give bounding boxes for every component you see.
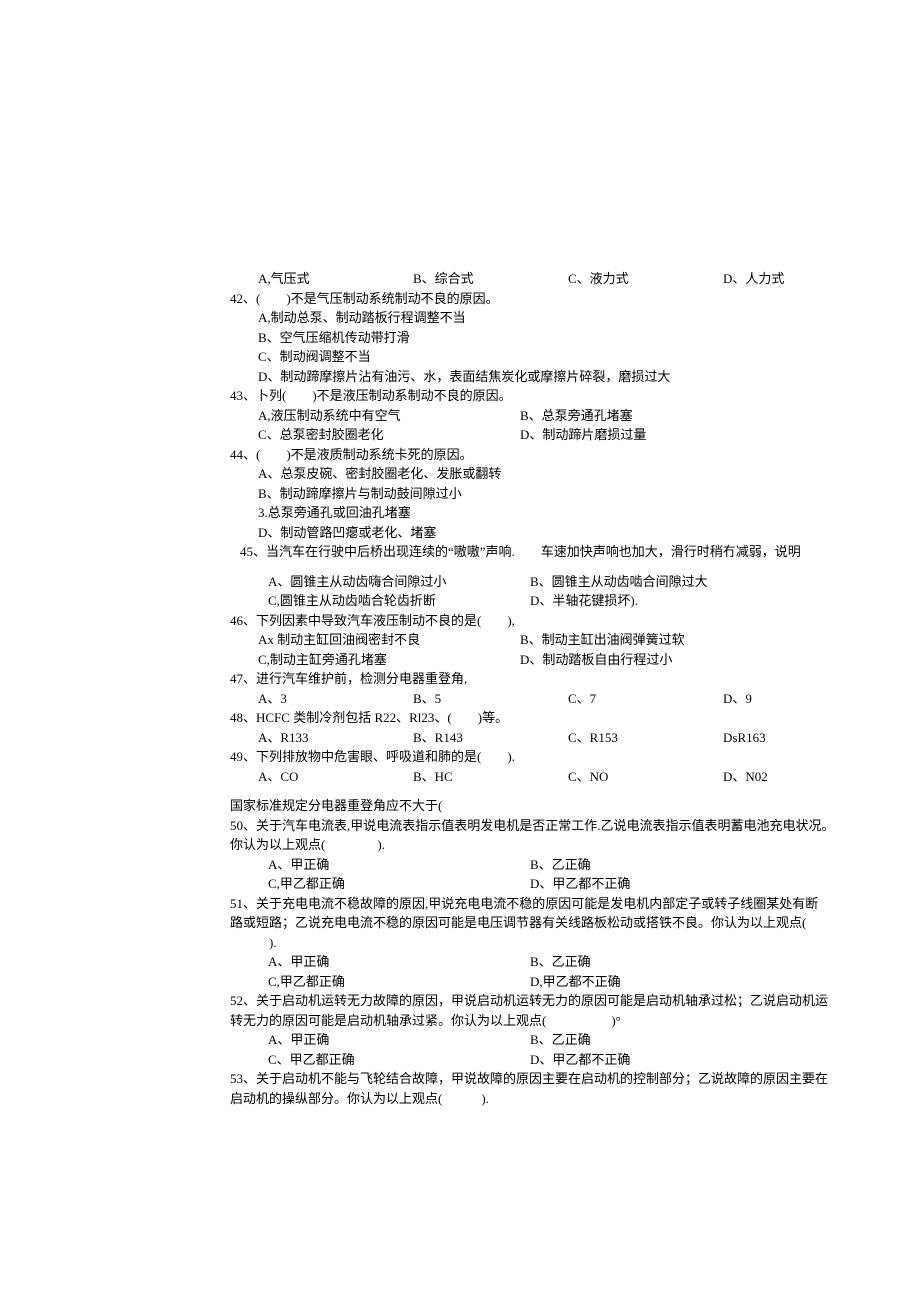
question-52-l2: 转无力的原因可能是启动机轴承过紧。你认为以上观点( )° xyxy=(230,1011,900,1031)
q51-row2: C,甲乙都正确 D,甲乙都不正确 xyxy=(268,972,900,992)
option-c: C、液力式 xyxy=(568,269,723,289)
question-52-l1: 52、关于启动机运转无力故障的原因，甲说启动机运转无力的原因可能是启动机轴承过松… xyxy=(230,991,900,1011)
q46-option-b: B、制动主缸出油阀弹簧过软 xyxy=(520,630,820,650)
q47-option-a: A、3 xyxy=(258,689,413,709)
q48-option-b: B、R143 xyxy=(413,728,568,748)
page: A,气压式 B、综合式 C、液力式 D、人力式 42、( )不是气压制动系统制动… xyxy=(0,0,920,1301)
q42-option-b: B、空气压缩机传动带打滑 xyxy=(258,328,900,348)
q49-options: A、CO B、HC C、NO D、N02 xyxy=(258,767,900,787)
q49-option-b: B、HC xyxy=(413,767,568,787)
q49-option-c: C、NO xyxy=(568,767,723,787)
question-53-l2: 启动机的操纵部分。你认为以上观点( ). xyxy=(230,1089,900,1109)
q44-option-c: 3.总泵旁通孔或回油孔堵塞 xyxy=(258,503,900,523)
q43-row1: A,液压制动系统中有空气 B、总泵旁通孔堵塞 xyxy=(258,406,900,426)
question-45: 45、当汽车在行驶中后桥出现连续的“嗷嗷”声响. 车速加快声响也加大，滑行时稍冇… xyxy=(240,542,900,562)
q51-option-a: A、甲正确 xyxy=(268,952,530,972)
question-50-cont: 你认为以上观点( ). xyxy=(230,835,900,855)
q51-row1: A、甲正确 B、乙正确 xyxy=(268,952,900,972)
q50-option-c: C,甲乙都正确 xyxy=(268,874,530,894)
content-block: A,气压式 B、综合式 C、液力式 D、人力式 42、( )不是气压制动系统制动… xyxy=(230,269,900,1108)
question-53-l1: 53、关于启动机不能与飞轮结合故障，甲说故障的原因主要在启动机的控制部分；乙说故… xyxy=(230,1069,900,1089)
q47-option-c: C、7 xyxy=(568,689,723,709)
option-b: B、综合式 xyxy=(413,269,568,289)
q46-option-d: D、制动踏板自由行程过小 xyxy=(520,650,820,670)
statement-50a: 国家标准规定分电器重登角应不大于( xyxy=(230,796,900,816)
question-50: 50、关于汽车电流表,甲说电流表指示值表明发电机是否正常工作.乙说电流表指示值表… xyxy=(230,816,900,836)
q51-option-d: D,甲乙都不正确 xyxy=(530,972,830,992)
q45-option-d: D、半轴花键损坏). xyxy=(530,591,830,611)
q50-row2: C,甲乙都正确 D、甲乙都不正确 xyxy=(268,874,900,894)
q52-option-c: C、甲乙都正确 xyxy=(268,1050,530,1070)
q50-row1: A、甲正确 B、乙正确 xyxy=(268,855,900,875)
q50-option-d: D、甲乙都不正确 xyxy=(530,874,830,894)
q47-option-b: B、5 xyxy=(413,689,568,709)
q48-options: A、R133 B、R143 C、R153 DsR163 xyxy=(258,728,900,748)
q47-option-d: D、9 xyxy=(723,689,878,709)
question-42: 42、( )不是气压制动系统制动不良的原因。 xyxy=(230,289,900,309)
q50-option-b: B、乙正确 xyxy=(530,855,830,875)
q52-option-b: B、乙正确 xyxy=(530,1030,830,1050)
q51-option-c: C,甲乙都正确 xyxy=(268,972,530,992)
q44-option-d: D、制动管路凹瘪或老化、堵塞 xyxy=(258,523,900,543)
q46-option-c: C,制动主缸旁通孔堵塞 xyxy=(258,650,520,670)
q45-option-c: C,圆锥主从动齿啮合轮齿折断 xyxy=(268,591,530,611)
q44-option-a: A、总泵皮碗、密封胶圈老化、发胀或翻转 xyxy=(258,464,900,484)
question-48: 48、HCFC 类制冷剂包括 R22、Rl23、( )等。 xyxy=(230,708,900,728)
q43-option-c: C、总泵密封胶圈老化 xyxy=(258,425,520,445)
q44-option-b: B、制动蹄摩擦片与制动鼓间隙过小 xyxy=(258,484,900,504)
q45-option-b: B、圆锥主从动齿啮合间隙过大 xyxy=(530,572,830,592)
question-51-l1: 51、关于充电电流不稳故障的原因,甲说充电电流不稳的原因可能是发电机内部定子或转… xyxy=(230,894,900,914)
q43-option-b: B、总泵旁通孔堵塞 xyxy=(520,406,820,426)
question-46: 46、下列因素中导致汽车液压制动不良的是( ), xyxy=(230,611,900,631)
q48-option-d: DsR163 xyxy=(723,728,878,748)
q50-option-a: A、甲正确 xyxy=(268,855,530,875)
option-d: D、人力式 xyxy=(723,269,878,289)
q48-option-a: A、R133 xyxy=(258,728,413,748)
q49-option-d: D、N02 xyxy=(723,767,878,787)
q45-row1: A、圆锥主从动齿嗨合间隙过小 B、圆锥主从动齿啮合间隙过大 xyxy=(268,572,900,592)
q45-row2: C,圆锥主从动齿啮合轮齿折断 D、半轴花键损坏). xyxy=(268,591,900,611)
q43-option-a: A,液压制动系统中有空气 xyxy=(258,406,520,426)
question-51-l3: ). xyxy=(230,933,900,953)
q46-option-a: Ax 制动主缸回油阀密封不良 xyxy=(258,630,520,650)
question-49: 49、下列排放物中危害眼、呼吸道和肺的是( ). xyxy=(230,747,900,767)
q46-row1: Ax 制动主缸回油阀密封不良 B、制动主缸出油阀弹簧过软 xyxy=(258,630,900,650)
q47-options: A、3 B、5 C、7 D、9 xyxy=(258,689,900,709)
q43-option-d: D、制动蹄片磨损过量 xyxy=(520,425,820,445)
q45-option-a: A、圆锥主从动齿嗨合间隙过小 xyxy=(268,572,530,592)
option-row: A,气压式 B、综合式 C、液力式 D、人力式 xyxy=(258,269,900,289)
q42-option-c: C、制动阀调整不当 xyxy=(258,347,900,367)
q42-option-d: D、制动蹄摩擦片沾有油污、水，表面结焦炭化或摩擦片碎裂，磨损过大 xyxy=(258,367,900,387)
q43-row2: C、总泵密封胶圈老化 D、制动蹄片磨损过量 xyxy=(258,425,900,445)
question-51-l2: 路或短路；乙说充电电流不稳的原因可能是电压调节器有关线路板松动或搭铁不良。你认为… xyxy=(230,913,900,933)
q46-row2: C,制动主缸旁通孔堵塞 D、制动踏板自由行程过小 xyxy=(258,650,900,670)
q42-option-a: A,制动总泵、制动踏板行程调整不当 xyxy=(258,308,900,328)
question-43: 43、卜列( )不是液压制动系制动不良的原因。 xyxy=(230,386,900,406)
option-a: A,气压式 xyxy=(258,269,413,289)
q48-option-c: C、R153 xyxy=(568,728,723,748)
q49-option-a: A、CO xyxy=(258,767,413,787)
q51-option-b: B、乙正确 xyxy=(530,952,830,972)
q52-row2: C、甲乙都正确 D、甲乙都不正确 xyxy=(268,1050,900,1070)
question-47: 47、进行汽车维护前，检测分电器重登角, xyxy=(230,669,900,689)
q52-row1: A、甲正确 B、乙正确 xyxy=(268,1030,900,1050)
q52-option-d: D、甲乙都不正确 xyxy=(530,1050,830,1070)
question-44: 44、( )不是液质制动系统卡死的原因。 xyxy=(230,445,900,465)
q52-option-a: A、甲正确 xyxy=(268,1030,530,1050)
